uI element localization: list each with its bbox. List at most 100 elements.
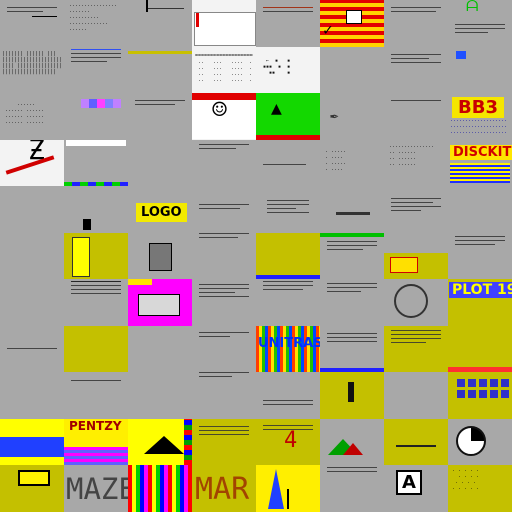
thumbnail-tile[interactable] — [320, 325, 384, 373]
thumbnail-tile[interactable] — [256, 232, 320, 280]
gray-band — [384, 232, 448, 253]
thumbnail-tile[interactable] — [192, 279, 256, 326]
thumbnail-tile[interactable] — [384, 279, 448, 326]
thumbnail-tile[interactable] — [128, 139, 192, 187]
thumbnail-tile[interactable] — [384, 372, 448, 419]
thumbnail-tile[interactable] — [320, 372, 384, 419]
thumbnail-tile[interactable] — [128, 232, 192, 280]
thumbnail-tile[interactable]: UNITRASH — [256, 325, 320, 373]
thumbnail-tile[interactable] — [0, 232, 64, 280]
thumbnail-tile[interactable] — [64, 232, 128, 280]
label-box — [18, 470, 50, 487]
thumbnail-tile[interactable] — [384, 325, 448, 373]
bottom-bar — [0, 457, 64, 466]
thumbnail-tile[interactable] — [0, 186, 64, 233]
thumbnail-tile[interactable]: . ..... . .... . ..... . .... — [320, 139, 384, 187]
thumbnail-tile[interactable] — [256, 0, 320, 47]
thumbnail-tile[interactable] — [192, 139, 256, 187]
thumbnail-tile[interactable] — [128, 0, 192, 47]
text-content — [391, 7, 441, 12]
thumbnail-tile[interactable]: ✓ — [320, 0, 384, 47]
thumbnail-tile[interactable] — [64, 93, 128, 140]
thumbnail-tile[interactable] — [128, 418, 192, 466]
thumbnail-tile[interactable]: ||||||| |||||| ||| |||||||||||||||||||||… — [0, 46, 64, 94]
thumbnail-tile[interactable] — [192, 372, 256, 419]
thumbnail-tile[interactable]: LOGO — [128, 186, 192, 233]
thumbnail-tile[interactable] — [64, 139, 128, 187]
text-content — [327, 283, 377, 293]
thumbnail-tile[interactable] — [448, 186, 512, 233]
thumbnail-tile[interactable] — [192, 186, 256, 233]
thumbnail-tile[interactable]: 4 — [256, 418, 320, 466]
thumbnail-tile[interactable] — [384, 232, 448, 280]
thumbnail-tile[interactable] — [448, 372, 512, 419]
thumbnail-tile[interactable] — [320, 418, 384, 466]
logo-title: LOGO — [136, 203, 187, 223]
thumbnail-tile[interactable] — [384, 46, 448, 94]
thumbnail-tile[interactable] — [128, 279, 192, 326]
thumbnail-tile[interactable] — [128, 93, 192, 140]
thumbnail-tile[interactable]: . . . . . . . . . . . . . . . . . . — [448, 465, 512, 512]
thumbnail-tile[interactable]: ✒ — [320, 93, 384, 140]
circle-plot — [394, 284, 428, 319]
thumbnail-tile[interactable] — [320, 279, 384, 326]
text-content — [199, 331, 249, 337]
thumbnail-tile[interactable]: ⌐ ▪ ▪ ▪▪▪ ▪ ▪ ▪▪ ▪ — [256, 46, 320, 94]
thumbnail-tile[interactable]: BB3 ................... ................… — [448, 93, 512, 140]
thumbnail-tile[interactable] — [64, 186, 128, 233]
thumbnail-tile[interactable] — [192, 325, 256, 373]
text-content — [199, 204, 249, 210]
thumbnail-tile[interactable] — [384, 186, 448, 233]
thumbnail-tile[interactable] — [128, 325, 192, 373]
thumbnail-tile[interactable] — [448, 46, 512, 94]
thumbnail-tile[interactable] — [0, 372, 64, 419]
thumbnail-tile[interactable] — [384, 0, 448, 47]
thumbnail-tile[interactable] — [64, 46, 128, 94]
thumbnail-tile[interactable]: ...... ...... ...... ...... ...... .....… — [0, 93, 64, 140]
thumbnail-tile[interactable]: ☺ — [192, 93, 256, 140]
thumbnail-tile[interactable] — [192, 418, 256, 466]
thumbnail-tile[interactable] — [128, 465, 192, 512]
thumbnail-tile[interactable] — [448, 232, 512, 280]
thumbnail-tile[interactable] — [320, 465, 384, 512]
thumbnail-tile[interactable]: ................ ....... .......... ....… — [64, 0, 128, 47]
thumbnail-tile[interactable] — [192, 232, 256, 280]
thumbnail-tile[interactable] — [0, 0, 64, 47]
thumbnail-tile[interactable]: Ƶ — [0, 139, 64, 187]
thumbnail-tile[interactable] — [64, 279, 128, 326]
thumbnail-tile[interactable]: ===================== .. ... .... .. .. … — [192, 46, 256, 94]
thumbnail-tile[interactable]: ............... .. ...... .. ...... .. .… — [384, 139, 448, 187]
thumbnail-tile[interactable] — [256, 465, 320, 512]
text-content — [7, 7, 57, 12]
thumbnail-tile[interactable] — [448, 325, 512, 373]
thumbnail-tile[interactable] — [256, 372, 320, 419]
thumbnail-tile[interactable]: PLOT 192 — [448, 279, 512, 326]
thumbnail-tile[interactable]: ▲ — [256, 93, 320, 140]
thumbnail-tile[interactable] — [128, 46, 192, 94]
thumbnail-tile[interactable]: ᗩ — [448, 0, 512, 47]
thumbnail-tile[interactable] — [64, 372, 128, 419]
thumbnail-tile[interactable] — [0, 465, 64, 512]
thumbnail-tile[interactable] — [320, 186, 384, 233]
thumbnail-tile[interactable] — [0, 325, 64, 373]
thumbnail-tile[interactable] — [384, 93, 448, 140]
thumbnail-tile[interactable]: MAR — [192, 465, 256, 512]
thumbnail-tile[interactable] — [256, 139, 320, 187]
top-bar — [192, 93, 256, 101]
thumbnail-tile[interactable] — [64, 325, 128, 373]
thumbnail-tile[interactable]: MAZE — [64, 465, 128, 512]
thumbnail-tile[interactable] — [320, 232, 384, 280]
thumbnail-tile[interactable] — [320, 46, 384, 94]
thumbnail-contact-sheet: ................ ....... .......... ....… — [0, 0, 512, 512]
thumbnail-tile[interactable] — [128, 372, 192, 419]
thumbnail-tile[interactable] — [192, 0, 256, 47]
thumbnail-tile[interactable] — [256, 186, 320, 233]
thumbnail-tile[interactable] — [0, 279, 64, 326]
thumbnail-tile[interactable]: PENTZY — [64, 418, 128, 466]
thumbnail-tile[interactable] — [256, 279, 320, 326]
thumbnail-tile[interactable]: DISCKIT! — [448, 139, 512, 187]
thumbnail-tile[interactable]: A — [384, 465, 448, 512]
thumbnail-tile[interactable] — [0, 418, 64, 466]
thumbnail-tile[interactable] — [448, 418, 512, 466]
thumbnail-tile[interactable] — [384, 418, 448, 466]
